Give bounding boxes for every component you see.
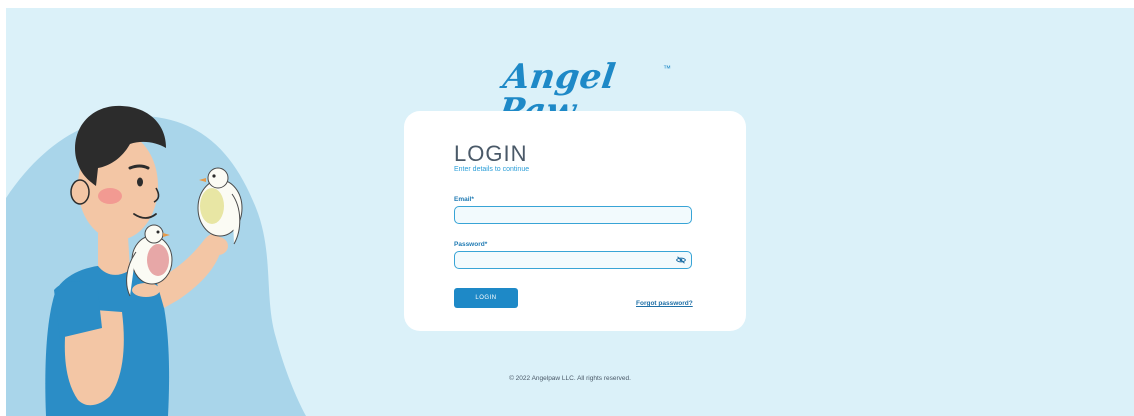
eye — [137, 177, 143, 187]
man-with-birds-illustration — [6, 105, 306, 416]
eye-slash-icon[interactable] — [676, 256, 686, 264]
angel-paw-logo: Angel Paw ™ — [496, 48, 671, 131]
cheek — [98, 188, 122, 204]
email-label: Email* — [454, 196, 474, 203]
right-hand — [208, 237, 228, 255]
left-hand — [132, 283, 160, 297]
login-button[interactable]: LOGIN — [454, 288, 518, 308]
email-field[interactable] — [454, 206, 692, 224]
left-sleeve — [54, 281, 102, 338]
password-field[interactable] — [454, 251, 692, 269]
page-background: Angel Paw ™ LOGIN Enter details to conti… — [6, 8, 1134, 416]
password-label: Password* — [454, 241, 488, 248]
copyright-footer: © 2022 Angelpaw LLC. All rights reserved… — [509, 375, 631, 382]
login-subtitle: Enter details to continue — [454, 166, 530, 173]
login-title: LOGIN — [454, 141, 528, 166]
login-card: LOGIN Enter details to continue Email* P… — [404, 111, 746, 331]
ear — [70, 179, 90, 205]
forgot-password-link[interactable]: Forgot password? — [636, 300, 693, 307]
